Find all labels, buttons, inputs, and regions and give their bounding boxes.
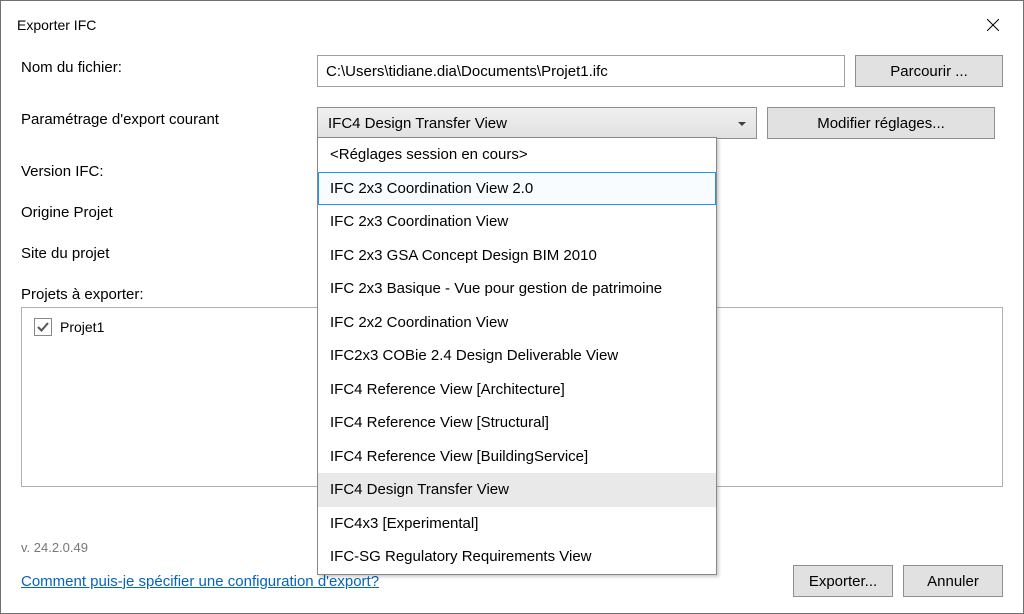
dropdown-option[interactable]: IFC 2x3 Coordination View: [318, 205, 716, 239]
dropdown-option[interactable]: IFC4x3 [Experimental]: [318, 507, 716, 541]
dropdown-option[interactable]: <Réglages session en cours>: [318, 138, 716, 172]
export-button[interactable]: Exporter...: [793, 565, 893, 597]
check-icon: [37, 321, 49, 333]
dropdown-option[interactable]: IFC4 Design Transfer View: [318, 473, 716, 507]
dropdown-option[interactable]: IFC 2x3 GSA Concept Design BIM 2010: [318, 239, 716, 273]
project-name: Projet1: [60, 319, 104, 335]
dropdown-option[interactable]: IFC 2x2 Coordination View: [318, 306, 716, 340]
ifc-version-label: Version IFC:: [21, 159, 317, 180]
project-origin-label: Origine Projet: [21, 200, 317, 221]
dropdown-selected-value: IFC4 Design Transfer View: [328, 115, 507, 132]
export-setup-dropdown-list: <Réglages session en cours>IFC 2x3 Coord…: [317, 137, 717, 575]
dropdown-option[interactable]: IFC-SG Regulatory Requirements View: [318, 540, 716, 574]
browse-button[interactable]: Parcourir ...: [855, 55, 1003, 87]
dropdown-option[interactable]: IFC2x3 COBie 2.4 Design Deliverable View: [318, 339, 716, 373]
filename-label: Nom du fichier:: [21, 55, 317, 87]
window-title: Exporter IFC: [17, 17, 96, 33]
help-link[interactable]: Comment puis-je spécifier une configurat…: [21, 573, 379, 590]
projects-to-export-label: Projets à exporter:: [21, 282, 317, 303]
cancel-button[interactable]: Annuler: [903, 565, 1003, 597]
titlebar: Exporter IFC: [1, 1, 1023, 41]
close-icon: [987, 19, 999, 31]
dropdown-option[interactable]: IFC 2x3 Coordination View 2.0: [318, 172, 716, 206]
project-site-label: Site du projet: [21, 241, 317, 262]
current-setup-label: Paramétrage d'export courant: [21, 107, 317, 139]
project-checkbox[interactable]: [34, 318, 52, 336]
filename-input[interactable]: [317, 55, 845, 87]
dropdown-option[interactable]: IFC4 Reference View [Architecture]: [318, 373, 716, 407]
dropdown-option[interactable]: IFC 2x3 Basique - Vue pour gestion de pa…: [318, 272, 716, 306]
dropdown-option[interactable]: IFC4 Reference View [BuildingService]: [318, 440, 716, 474]
close-button[interactable]: [975, 11, 1011, 39]
dropdown-option[interactable]: IFC4 Reference View [Structural]: [318, 406, 716, 440]
export-setup-dropdown[interactable]: IFC4 Design Transfer View: [317, 107, 757, 139]
modify-settings-button[interactable]: Modifier réglages...: [767, 107, 995, 139]
